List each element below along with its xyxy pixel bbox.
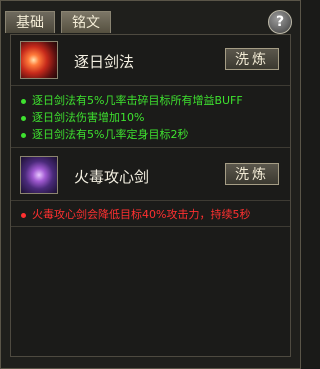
refine-button[interactable]: 洗炼 — [225, 48, 279, 70]
skill-row-1: 逐日剑法 洗炼 — [11, 35, 290, 79]
poison-sword-icon — [20, 156, 58, 194]
sun-sword-icon — [20, 41, 58, 79]
refine-button[interactable]: 洗炼 — [225, 163, 279, 185]
effect-text: 火毒攻心剑会降低目标40%攻击力，持续5秒 — [32, 208, 251, 221]
divider — [11, 147, 290, 148]
divider — [11, 200, 290, 201]
inscription-window: 基础 铭文 ? 逐日剑法 洗炼 逐日剑法有5%几率击碎目标所有增益BUFF 逐日… — [0, 0, 301, 369]
skill-name: 逐日剑法 — [74, 53, 135, 71]
divider — [11, 226, 290, 227]
effect-text: 逐日剑法有5%几率击碎目标所有增益BUFF — [32, 94, 243, 107]
bullet-icon — [21, 98, 26, 104]
divider — [11, 85, 290, 86]
skill-effect: 逐日剑法有5%几率定身目标2秒 — [21, 126, 188, 142]
skill-effect: 逐日剑法伤害增加10% — [21, 109, 144, 125]
skill-effect: 火毒攻心剑会降低目标40%攻击力，持续5秒 — [21, 206, 250, 222]
effect-text: 逐日剑法有5%几率定身目标2秒 — [32, 128, 189, 141]
help-icon[interactable]: ? — [268, 10, 292, 34]
skills-panel: 逐日剑法 洗炼 逐日剑法有5%几率击碎目标所有增益BUFF 逐日剑法伤害增加10… — [10, 34, 291, 357]
skill-effect: 逐日剑法有5%几率击碎目标所有增益BUFF — [21, 92, 243, 108]
bullet-icon — [21, 212, 26, 218]
bullet-icon — [21, 132, 26, 138]
tab-basic[interactable]: 基础 — [5, 11, 55, 33]
tab-bar: 基础 铭文 ? — [5, 4, 296, 34]
skill-row-2: 火毒攻心剑 洗炼 — [11, 150, 290, 194]
skill-name: 火毒攻心剑 — [74, 168, 150, 186]
tab-inscription[interactable]: 铭文 — [61, 11, 111, 33]
effect-text: 逐日剑法伤害增加10% — [32, 111, 145, 124]
bullet-icon — [21, 115, 26, 121]
